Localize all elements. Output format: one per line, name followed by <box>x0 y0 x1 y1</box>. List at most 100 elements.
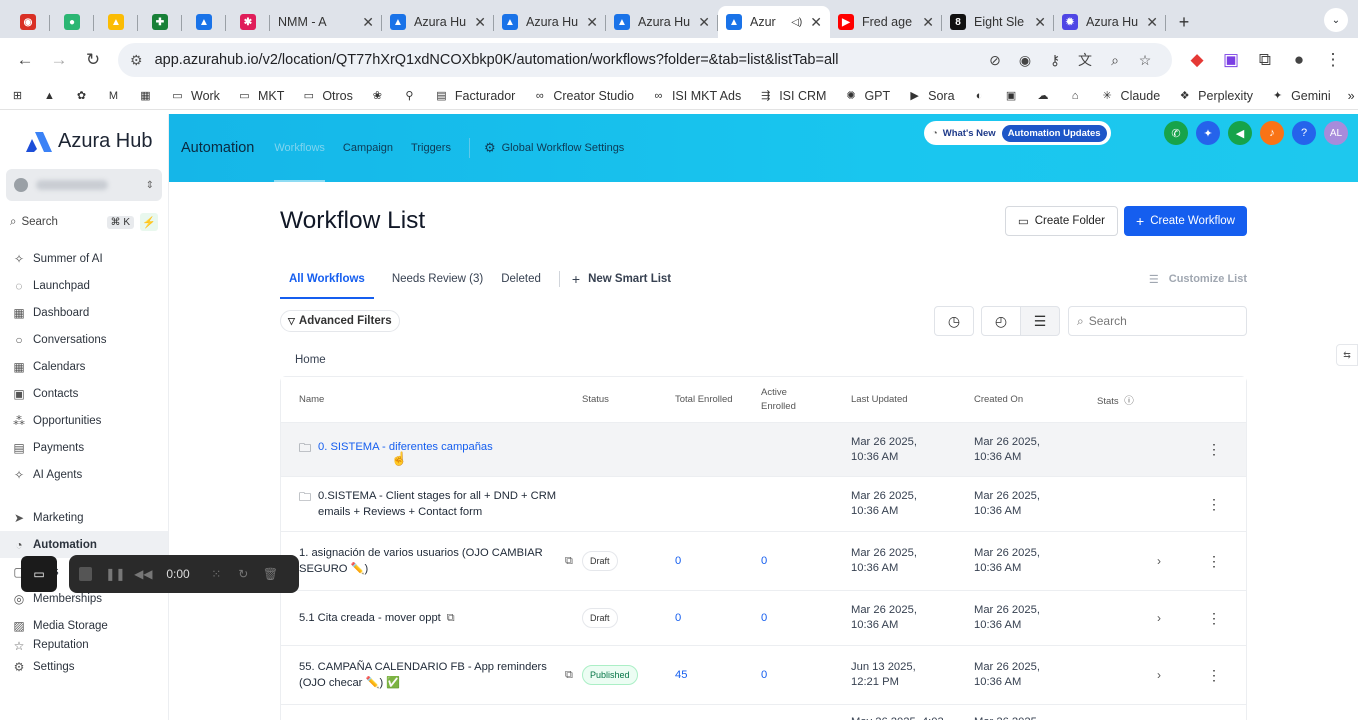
chevron-right-icon[interactable]: › <box>1157 611 1207 625</box>
restart-icon[interactable]: ↻ <box>235 565 252 583</box>
workflow-search-input[interactable]: ⌕ Search <box>1068 306 1247 336</box>
browser-tab[interactable]: ▲ Azur ◁) ✕ <box>718 6 830 38</box>
sidebar-item-reputation[interactable]: ☆ Reputation <box>0 639 168 653</box>
help-icon[interactable]: ? <box>1292 121 1316 145</box>
workflow-row[interactable]: 1. asignación de varios usuarios (OJO CA… <box>281 532 1246 591</box>
new-tab-button[interactable]: + <box>1166 6 1202 38</box>
workflow-row[interactable]: 55. CAMPAÑA CALENDARIO FB - App reminder… <box>281 646 1246 705</box>
cell-total-enrolled[interactable]: 0 <box>675 612 761 624</box>
bookmark-item[interactable]: ▭ MKT <box>237 88 284 103</box>
browser-tab[interactable]: ✱ <box>226 6 270 38</box>
clock-view-button[interactable]: ◴ <box>981 306 1021 336</box>
cell-active-enrolled[interactable]: 0 <box>761 612 851 624</box>
sidebar-item-payments[interactable]: ▤ Payments <box>0 434 168 461</box>
browser-tab[interactable]: ▲ <box>182 6 226 38</box>
zoom-icon[interactable]: ⌕ <box>1100 52 1130 69</box>
stop-icon[interactable] <box>79 567 93 581</box>
folder-row[interactable]: 🗀 0.SISTEMA - Client stages for all + DND… <box>281 477 1246 532</box>
create-folder-button[interactable]: ▭ Create Folder <box>1004 205 1119 236</box>
col-created-on[interactable]: Created On <box>974 394 1097 405</box>
kebab-menu-icon[interactable]: ⋮ <box>1207 441 1237 458</box>
chevron-right-icon[interactable]: › <box>1157 668 1207 682</box>
close-tab-icon[interactable]: ✕ <box>586 14 598 31</box>
tab-search-icon[interactable]: ⌄ <box>1324 8 1348 32</box>
close-tab-icon[interactable]: ✕ <box>810 14 822 31</box>
whats-new-pill[interactable]: ◔ What's New Automation Updates <box>924 121 1111 145</box>
sidebar-item-summer-of-ai[interactable]: ✧ Summer of AI <box>0 245 168 272</box>
workflow-name-link[interactable]: 55. CAMPAÑA CALENDARIO FB - App reminder… <box>299 659 559 691</box>
bookmark-item[interactable]: ∞ Creator Studio <box>532 88 634 103</box>
new-smart-list-button[interactable]: + New Smart List <box>572 259 671 299</box>
bookmark-item[interactable]: ⊞ <box>10 88 25 103</box>
sidebar-item-settings[interactable]: ⚙ Settings <box>0 657 168 677</box>
col-name[interactable]: Name <box>281 394 582 405</box>
col-active-enrolled[interactable]: Active Enrolled <box>761 386 821 414</box>
bookmark-item[interactable]: ⚲ <box>402 88 417 103</box>
bookmark-item[interactable]: ▤ Facturador <box>434 88 515 103</box>
profile-avatar-icon[interactable]: ● <box>1282 43 1316 77</box>
bookmark-item[interactable]: ⌂ <box>1068 88 1083 103</box>
col-last-updated[interactable]: Last Updated <box>851 394 974 405</box>
external-link-icon[interactable]: ⧉ <box>565 669 573 682</box>
sidebar-item-automation[interactable]: ◔ Automation <box>0 531 168 558</box>
bookmark-item[interactable]: ✦ Gemini <box>1270 88 1331 103</box>
cell-total-enrolled[interactable]: 0 <box>675 555 761 567</box>
user-avatar[interactable]: AL <box>1324 121 1348 145</box>
bookmark-item[interactable]: ▲ <box>42 88 57 103</box>
sidebar-item-dashboard[interactable]: ▦ Dashboard <box>0 299 168 326</box>
bookmark-item[interactable]: ▭ Otros <box>301 88 353 103</box>
list-view-button[interactable]: ☰ <box>1020 306 1060 336</box>
rewind-icon[interactable]: ◀◀ <box>134 565 152 583</box>
folder-row[interactable]: 🗀 0. SISTEMA - diferentes campañas Mar 26 … <box>281 423 1246 477</box>
close-tab-icon[interactable]: ✕ <box>922 14 934 31</box>
close-tab-icon[interactable]: ✕ <box>1034 14 1046 31</box>
col-total-enrolled[interactable]: Total Enrolled <box>675 393 735 407</box>
kebab-menu-icon[interactable]: ⋮ <box>1207 667 1237 684</box>
browser-tab[interactable]: ▲ <box>94 6 138 38</box>
back-icon[interactable]: ← <box>8 43 42 77</box>
cell-total-enrolled[interactable]: 45 <box>675 669 761 681</box>
location-icon[interactable]: ◉ <box>1010 52 1040 69</box>
pause-icon[interactable]: ❚❚ <box>105 565 125 583</box>
browser-menu-icon[interactable]: ⋮ <box>1316 43 1350 77</box>
quick-action-bolt-icon[interactable]: ⚡ <box>140 213 158 231</box>
sidebar-item-marketing[interactable]: ➤ Marketing <box>0 504 168 531</box>
workflow-row[interactable]: 5.1 Cita creada - mover oppt ⧉ Draft 0 0 Mar … <box>281 591 1246 646</box>
phone-icon[interactable]: ✆ <box>1164 121 1188 145</box>
bookmark-item[interactable]: ⇶ ISI CRM <box>758 88 826 103</box>
bookmark-item[interactable]: ✳ Claude <box>1100 88 1160 103</box>
sidebar-item-media-storage[interactable]: ▨ Media Storage <box>0 612 168 639</box>
workflow-name-link[interactable]: 0.SISTEMA - Client stages for all + DND … <box>318 488 578 520</box>
speaker-icon[interactable]: ◁) <box>791 17 802 28</box>
bookmark-item[interactable]: ▶ Sora <box>907 88 954 103</box>
close-tab-icon[interactable]: ✕ <box>474 14 486 31</box>
more-bookmarks-icon[interactable]: » <box>1348 89 1355 103</box>
tab-all-workflows[interactable]: All Workflows <box>280 259 374 299</box>
browser-tab[interactable]: ✚ <box>138 6 182 38</box>
extensions-puzzle-icon[interactable]: ⧉ <box>1248 43 1282 77</box>
magic-icon[interactable]: ✦ <box>1196 121 1220 145</box>
site-settings-icon[interactable]: ⚙ <box>130 52 143 69</box>
create-workflow-button[interactable]: + Create Workflow <box>1124 205 1247 236</box>
side-panel-toggle-icon[interactable]: ⇆ <box>1336 344 1358 366</box>
browser-tab[interactable]: ▲ Azura Hu ✕ <box>494 6 606 38</box>
sidebar-item-contacts[interactable]: ▣ Contacts <box>0 380 168 407</box>
tab-campaign[interactable]: Campaign <box>343 114 393 182</box>
bookmark-item[interactable]: ✺ GPT <box>843 88 890 103</box>
browser-tab[interactable]: ◉ <box>6 6 50 38</box>
browser-tab[interactable]: 8 Eight Sle ✕ <box>942 6 1054 38</box>
key-icon[interactable]: ⚷ <box>1040 52 1070 69</box>
bookmark-star-icon[interactable]: ☆ <box>1130 52 1160 69</box>
browser-tab[interactable]: ✹ Azura Hu ✕ <box>1054 6 1166 38</box>
bookmark-item[interactable]: ❖ Perplexity <box>1177 88 1253 103</box>
bookmark-item[interactable]: ▭ Work <box>170 88 220 103</box>
announcement-icon[interactable]: ◀ <box>1228 121 1252 145</box>
workflow-row[interactable]: citas manuales en AGENDA TU CITA⧉Publish… <box>281 705 1246 720</box>
external-link-icon[interactable]: ⧉ <box>447 612 455 625</box>
trash-icon[interactable]: 🗑 <box>262 565 279 583</box>
sidebar-search[interactable]: ⌕ Search ⌘ K ⚡ <box>6 211 162 233</box>
advanced-filters-button[interactable]: ▽ Advanced Filters <box>280 310 400 332</box>
close-tab-icon[interactable]: ✕ <box>698 14 710 31</box>
browser-tab[interactable]: ▶ Fred age ✕ <box>830 6 942 38</box>
history-view-button[interactable]: ◷ <box>934 306 974 336</box>
